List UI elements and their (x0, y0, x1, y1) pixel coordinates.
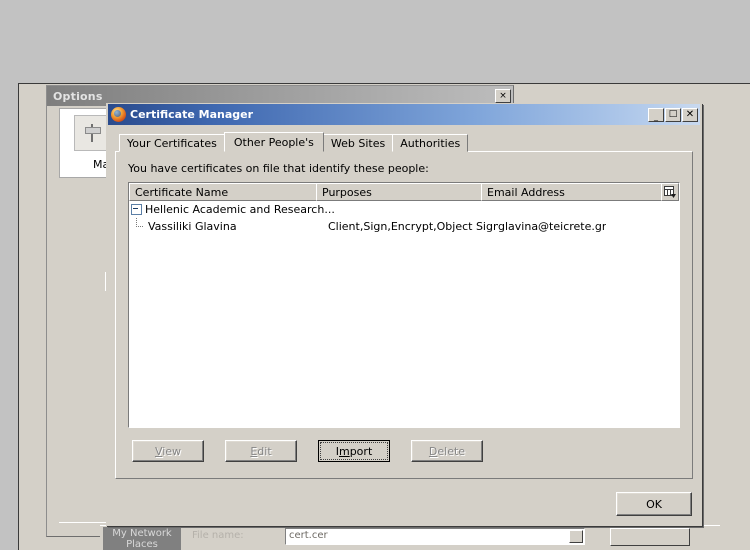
certificate-name-cell: Vassiliki Glavina (148, 220, 237, 233)
column-header-email-address[interactable]: Email Address (481, 183, 662, 201)
tab-web-sites[interactable]: Web Sites (322, 134, 394, 152)
certificate-list-header: Certificate Name Purposes Email Address (129, 183, 679, 201)
sliders-icon (85, 123, 101, 142)
certificate-action-buttons: View Edit Import Delete (128, 440, 680, 462)
options-title: Options (53, 89, 103, 103)
import-button[interactable]: Import (318, 440, 390, 462)
file-dialog-network-places-button[interactable]: My Network Places (103, 527, 181, 550)
file-dialog-filename-value: cert.cer (289, 530, 328, 541)
intro-text: You have certificates on file that ident… (128, 162, 429, 175)
certificate-manager-title: Certificate Manager (130, 108, 254, 121)
file-dialog-filename-label: File name: (192, 530, 244, 541)
maximize-button[interactable]: □ (665, 107, 681, 122)
table-row[interactable]: Vassiliki Glavina Client,Sign,Encrypt,Ob… (129, 218, 679, 235)
file-dialog-filename-input[interactable]: cert.cer (285, 528, 585, 545)
file-dialog-open-button[interactable] (610, 528, 690, 546)
table-row[interactable]: Hellenic Academic and Research... (129, 201, 679, 218)
tree-branch-icon (131, 218, 147, 235)
other-peoples-tabpanel: You have certificates on file that ident… (115, 151, 693, 479)
chevron-down-icon[interactable] (569, 530, 583, 543)
tab-other-peoples[interactable]: Other People's (223, 132, 324, 152)
certificate-manager-titlebar[interactable]: Certificate Manager _ □ ✕ (108, 104, 700, 125)
column-header-purposes[interactable]: Purposes (316, 183, 482, 201)
certificate-manager-client: Your Certificates Other People's Web Sit… (108, 125, 700, 524)
tab-authorities[interactable]: Authorities (392, 134, 469, 152)
delete-button[interactable]: Delete (411, 440, 483, 462)
firefox-icon (111, 107, 126, 122)
certificate-group-name: Hellenic Academic and Research... (145, 203, 335, 216)
certificate-list[interactable]: Certificate Name Purposes Email Address (128, 182, 680, 428)
column-header-certificate-name[interactable]: Certificate Name (129, 183, 317, 201)
desktop-backdrop: Options × Main Gene Pr My Netw (0, 0, 750, 550)
certificate-tabstrip: Your Certificates Other People's Web Sit… (115, 132, 693, 152)
column-picker-icon[interactable] (661, 183, 679, 201)
options-category-main-icon[interactable] (74, 114, 110, 151)
certificate-purposes-cell: Client,Sign,Encrypt,Object Signer (328, 220, 498, 233)
certificate-manager-dialog[interactable]: Certificate Manager _ □ ✕ Your Certifica… (106, 103, 702, 526)
collapse-icon[interactable] (131, 204, 142, 215)
tab-your-certificates[interactable]: Your Certificates (119, 134, 225, 152)
ok-button[interactable]: OK (616, 492, 692, 516)
close-button[interactable]: ✕ (682, 107, 698, 122)
window-controls: _ □ ✕ (647, 107, 698, 122)
minimize-button[interactable]: _ (648, 107, 664, 122)
file-open-dialog[interactable]: My Network Places File name: cert.cer (100, 525, 720, 550)
certificate-list-rows: Hellenic Academic and Research... Vassil… (129, 201, 679, 235)
certificate-email-cell: glavina@teicrete.gr (498, 220, 607, 233)
options-close-button[interactable]: × (495, 89, 511, 103)
edit-button[interactable]: Edit (225, 440, 297, 462)
view-button[interactable]: View (132, 440, 204, 462)
